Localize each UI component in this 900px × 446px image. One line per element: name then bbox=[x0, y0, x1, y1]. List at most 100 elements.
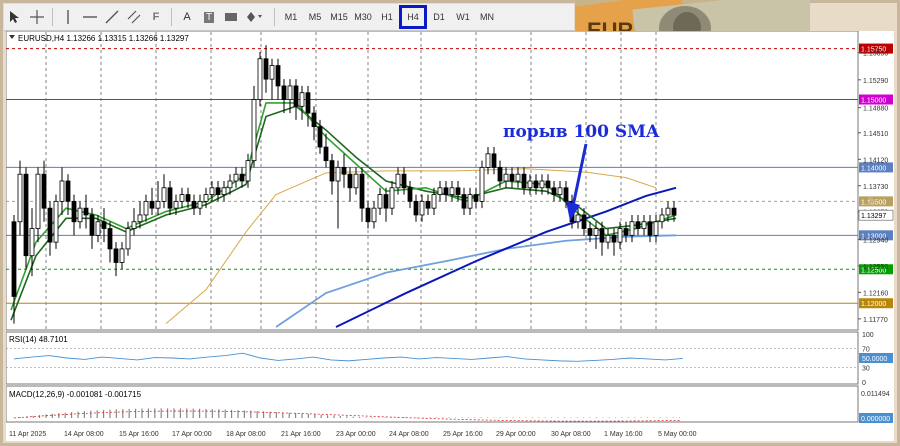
candle-body bbox=[563, 187, 569, 202]
candle-body bbox=[545, 180, 551, 189]
candle-body bbox=[509, 173, 515, 182]
candle-body bbox=[281, 85, 287, 100]
text-icon[interactable]: A bbox=[176, 7, 198, 27]
candle-body bbox=[203, 194, 209, 202]
price-tick-label: 1.12550 bbox=[863, 264, 888, 271]
candle-body bbox=[317, 126, 323, 148]
symbol-header: EURUSD,H4 1.13266 1.13315 1.13266 1.1329… bbox=[18, 34, 189, 43]
vertical-line-icon[interactable] bbox=[57, 7, 79, 27]
candle-body bbox=[227, 180, 233, 189]
candle-body bbox=[551, 187, 557, 195]
candle-body bbox=[635, 221, 641, 229]
candle-body bbox=[611, 234, 617, 243]
trendline-icon[interactable] bbox=[101, 7, 123, 27]
candle-body bbox=[167, 187, 173, 209]
time-tick-label: 23 Apr 00:00 bbox=[336, 431, 376, 438]
timeframe-h4[interactable]: H4 bbox=[399, 5, 427, 29]
price-level-label: 1.12000 bbox=[861, 301, 886, 308]
candle-body bbox=[593, 228, 599, 236]
candle-body bbox=[449, 187, 455, 195]
candle-body bbox=[599, 228, 605, 243]
candle-body bbox=[491, 153, 497, 168]
candle-body bbox=[65, 180, 71, 202]
timeframe-d1[interactable]: D1 bbox=[427, 7, 451, 27]
macd-axis: 0.011494 0.000000 bbox=[859, 391, 893, 423]
candle-body bbox=[503, 173, 509, 182]
rsi-tick-label: 30 bbox=[862, 366, 870, 373]
candle-body bbox=[185, 194, 191, 202]
candle-body bbox=[617, 228, 623, 243]
candle-body bbox=[335, 167, 341, 182]
macd-tick-label: 0.011494 bbox=[861, 391, 890, 398]
price-tick-label: 1.15290 bbox=[863, 78, 888, 85]
candle-body bbox=[29, 228, 35, 257]
candle-body bbox=[641, 221, 647, 229]
candle-body bbox=[233, 173, 239, 182]
candle-body bbox=[59, 180, 65, 202]
shapes-icon[interactable] bbox=[242, 7, 270, 27]
timeframe-h1[interactable]: H1 bbox=[375, 7, 399, 27]
rsi-tick-label: 50.0000 bbox=[862, 356, 887, 363]
candle-body bbox=[323, 146, 329, 162]
candle-body bbox=[119, 248, 125, 263]
candle-body bbox=[353, 173, 359, 189]
candle-body bbox=[377, 194, 383, 209]
candle-body bbox=[329, 160, 335, 182]
candle-body bbox=[341, 167, 347, 175]
timeframe-m15[interactable]: M15 bbox=[327, 7, 351, 27]
candle-body bbox=[221, 187, 227, 195]
candle-body bbox=[527, 180, 533, 189]
candle-body bbox=[161, 187, 167, 202]
time-tick-label: 24 Apr 08:00 bbox=[389, 431, 429, 438]
chart-canvas: EURUSD,H4 1.13266 1.13315 1.13266 1.1329… bbox=[5, 30, 894, 438]
price-tick-label: 1.12160 bbox=[863, 290, 888, 297]
toolbar-separator bbox=[52, 8, 53, 26]
candle-body bbox=[455, 187, 461, 195]
price-axis: 1.157501.150001.140001.135001.130001.125… bbox=[858, 43, 894, 324]
candle-body bbox=[17, 173, 23, 223]
timeframe-m1[interactable]: M1 bbox=[279, 7, 303, 27]
cursor-icon[interactable] bbox=[4, 7, 26, 27]
candle-body bbox=[395, 173, 401, 189]
price-chart[interactable]: EURUSD,H4 1.13266 1.13315 1.13266 1.1329… bbox=[5, 30, 894, 441]
main-pane bbox=[5, 30, 859, 331]
time-tick-label: 21 Apr 16:00 bbox=[281, 431, 321, 438]
candle-body bbox=[215, 187, 221, 195]
candle-body bbox=[143, 200, 149, 216]
rsi-tick-label: 0 bbox=[862, 380, 866, 387]
candle-body bbox=[623, 228, 629, 236]
timeframe-m5[interactable]: M5 bbox=[303, 7, 327, 27]
candle-body bbox=[95, 221, 101, 236]
rsi-tick-label: 70 bbox=[862, 346, 870, 353]
crosshair-icon[interactable] bbox=[26, 7, 48, 27]
candle-body bbox=[311, 112, 317, 128]
horizontal-line-icon[interactable] bbox=[79, 7, 101, 27]
candle-body bbox=[431, 194, 437, 209]
time-tick-label: 5 May 00:00 bbox=[658, 431, 697, 438]
candle-body bbox=[191, 200, 197, 209]
candle-body bbox=[11, 221, 17, 297]
candle-body bbox=[83, 207, 89, 216]
candle-body bbox=[587, 228, 593, 236]
price-tick-label: 1.14120 bbox=[863, 157, 888, 164]
rectangle-icon[interactable] bbox=[220, 7, 242, 27]
candle-body bbox=[653, 221, 659, 236]
fibonacci-icon[interactable]: F bbox=[145, 7, 167, 27]
macd-tick-label: 0.000000 bbox=[861, 416, 890, 423]
channel-icon[interactable] bbox=[123, 7, 145, 27]
timeframe-m30[interactable]: M30 bbox=[351, 7, 375, 27]
timeframe-w1[interactable]: W1 bbox=[451, 7, 475, 27]
candle-body bbox=[461, 194, 467, 209]
time-axis: 11 Apr 2025 14 Apr 08:00 15 Apr 16:00 17 Ap… bbox=[9, 431, 697, 438]
candle-body bbox=[605, 234, 611, 243]
candle-body bbox=[443, 187, 449, 195]
fib-glyph: F bbox=[152, 11, 160, 23]
timeframe-mn[interactable]: MN bbox=[475, 7, 499, 27]
candle-body bbox=[239, 173, 245, 182]
price-level-label: 1.15000 bbox=[861, 98, 886, 105]
price-tick-label: 1.15690 bbox=[863, 51, 888, 58]
candle-body bbox=[257, 58, 263, 100]
candle-body bbox=[53, 200, 59, 243]
label-icon[interactable]: T bbox=[198, 7, 220, 27]
candle-body bbox=[125, 228, 131, 250]
